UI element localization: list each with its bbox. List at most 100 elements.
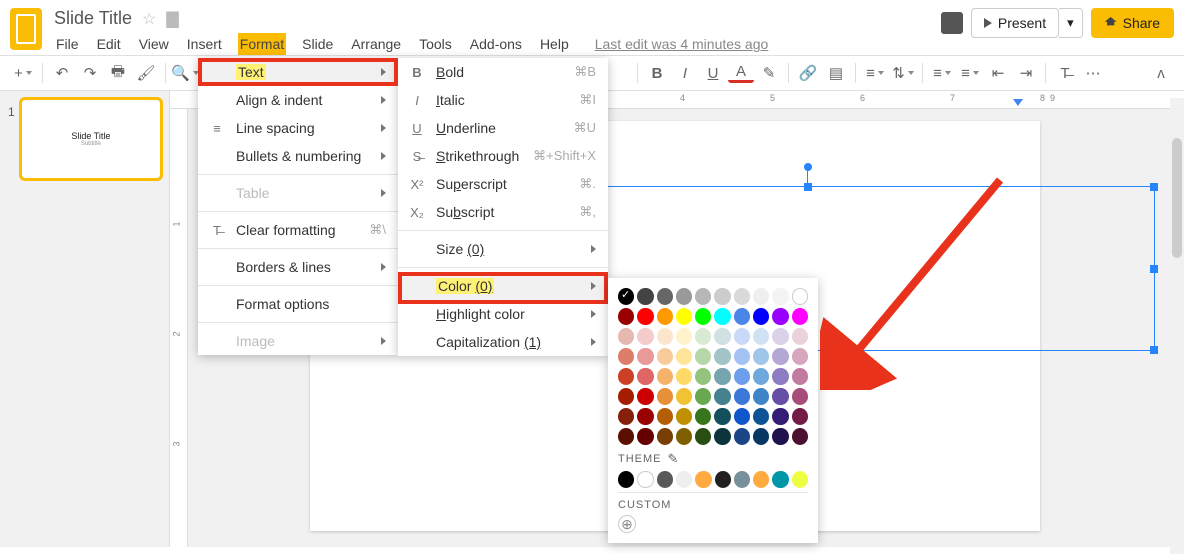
color-swatch[interactable] <box>772 368 788 385</box>
color-swatch[interactable] <box>792 428 808 445</box>
color-swatch[interactable] <box>734 328 750 345</box>
menu-insert[interactable]: Insert <box>185 33 224 55</box>
comment-button[interactable]: ▤ <box>823 60 849 86</box>
color-swatch[interactable] <box>792 328 808 345</box>
ruler-vertical[interactable]: 1 2 3 <box>170 109 188 547</box>
color-swatch[interactable] <box>695 428 711 445</box>
text-size-item[interactable]: Size (0) <box>398 235 608 263</box>
color-swatch[interactable] <box>695 368 711 385</box>
color-swatch[interactable] <box>714 408 730 425</box>
print-button[interactable]: 🖶 <box>105 60 131 86</box>
zoom-button[interactable]: 🔍 <box>172 60 198 86</box>
color-swatch[interactable] <box>792 388 808 405</box>
color-swatch[interactable] <box>753 328 769 345</box>
menu-view[interactable]: View <box>137 33 171 55</box>
color-swatch[interactable] <box>772 348 788 365</box>
color-swatch[interactable] <box>734 348 750 365</box>
color-swatch[interactable] <box>772 408 788 425</box>
undo-button[interactable]: ↶ <box>49 60 75 86</box>
color-swatch[interactable] <box>657 408 673 425</box>
color-swatch[interactable] <box>637 308 653 325</box>
format-options-item[interactable]: Format options <box>198 290 398 318</box>
rotate-handle[interactable] <box>804 163 812 171</box>
underline-button[interactable]: U <box>700 60 726 86</box>
share-button[interactable]: Share <box>1091 8 1174 38</box>
line-spacing-button[interactable]: ⇅ <box>890 60 916 86</box>
color-swatch[interactable] <box>734 288 750 305</box>
color-swatch[interactable] <box>714 388 730 405</box>
numbered-list-button[interactable]: ≡ <box>929 60 955 86</box>
color-swatch[interactable] <box>657 328 673 345</box>
align-button[interactable]: ≡ <box>862 60 888 86</box>
text-caps-item[interactable]: Capitalization (1) <box>398 328 608 356</box>
color-swatch[interactable] <box>618 348 634 365</box>
color-swatch[interactable] <box>695 471 711 488</box>
scrollbar[interactable] <box>1170 98 1184 554</box>
color-swatch[interactable] <box>618 308 634 325</box>
color-swatch[interactable] <box>714 308 730 325</box>
format-bullets-item[interactable]: Bullets & numbering <box>198 142 398 170</box>
menu-format[interactable]: Format <box>238 33 286 55</box>
text-bold-item[interactable]: BBold⌘B <box>398 58 608 86</box>
text-underline-item[interactable]: UUnderline⌘U <box>398 114 608 142</box>
color-swatch[interactable] <box>734 471 750 488</box>
color-swatch[interactable] <box>734 428 750 445</box>
color-swatch[interactable] <box>753 471 769 488</box>
color-swatch[interactable] <box>676 348 692 365</box>
menu-file[interactable]: File <box>54 33 81 55</box>
color-swatch[interactable] <box>657 308 673 325</box>
color-swatch[interactable] <box>772 308 788 325</box>
color-swatch[interactable] <box>676 428 692 445</box>
color-swatch[interactable] <box>637 368 653 385</box>
color-swatch[interactable] <box>772 288 788 305</box>
redo-button[interactable]: ↷ <box>77 60 103 86</box>
color-swatch[interactable] <box>618 428 634 445</box>
color-swatch[interactable] <box>618 328 634 345</box>
indent-increase-button[interactable]: ⇥ <box>1013 60 1039 86</box>
resize-handle[interactable] <box>1150 183 1158 191</box>
color-swatch[interactable] <box>792 471 808 488</box>
color-swatch[interactable] <box>618 388 634 405</box>
color-swatch[interactable] <box>753 428 769 445</box>
comments-icon[interactable] <box>941 12 963 34</box>
color-swatch[interactable] <box>637 388 653 405</box>
color-swatch[interactable] <box>637 328 653 345</box>
paint-format-button[interactable]: 🖌 <box>133 60 159 86</box>
present-button[interactable]: Present <box>971 8 1059 38</box>
doc-title[interactable]: Slide Title <box>54 8 132 29</box>
color-swatch[interactable] <box>772 388 788 405</box>
color-swatch[interactable] <box>657 471 673 488</box>
text-sub-item[interactable]: X₂Subscript⌘, <box>398 198 608 226</box>
resize-handle[interactable] <box>1150 346 1158 354</box>
color-swatch[interactable] <box>715 471 731 488</box>
color-swatch[interactable] <box>676 328 692 345</box>
color-swatch[interactable] <box>676 308 692 325</box>
text-super-item[interactable]: X²Superscript⌘. <box>398 170 608 198</box>
color-swatch[interactable] <box>753 348 769 365</box>
color-swatch[interactable] <box>637 348 653 365</box>
color-swatch[interactable] <box>772 428 788 445</box>
color-swatch[interactable] <box>676 388 692 405</box>
clear-format-button[interactable]: T̶ <box>1052 60 1078 86</box>
format-align-item[interactable]: Align & indent <box>198 86 398 114</box>
menu-help[interactable]: Help <box>538 33 571 55</box>
color-swatch[interactable] <box>792 348 808 365</box>
format-borders-item[interactable]: Borders & lines <box>198 253 398 281</box>
color-swatch[interactable] <box>695 348 711 365</box>
color-swatch[interactable] <box>734 388 750 405</box>
slide-thumbnail[interactable]: 1 Slide Title Subtitle <box>8 99 161 179</box>
ruler-right-marker[interactable] <box>1013 99 1023 106</box>
color-swatch[interactable] <box>657 388 673 405</box>
text-color-button[interactable]: A <box>728 63 754 83</box>
bold-button[interactable]: B <box>644 60 670 86</box>
color-swatch[interactable] <box>618 368 634 385</box>
color-swatch[interactable] <box>695 328 711 345</box>
color-swatch[interactable] <box>792 288 808 305</box>
menu-tools[interactable]: Tools <box>417 33 454 55</box>
menu-arrange[interactable]: Arrange <box>349 33 403 55</box>
resize-handle[interactable] <box>804 183 812 191</box>
color-swatch[interactable] <box>792 308 808 325</box>
collapse-toolbar-button[interactable]: ʌ <box>1148 60 1174 86</box>
menu-slide[interactable]: Slide <box>300 33 335 55</box>
menu-addons[interactable]: Add-ons <box>468 33 524 55</box>
